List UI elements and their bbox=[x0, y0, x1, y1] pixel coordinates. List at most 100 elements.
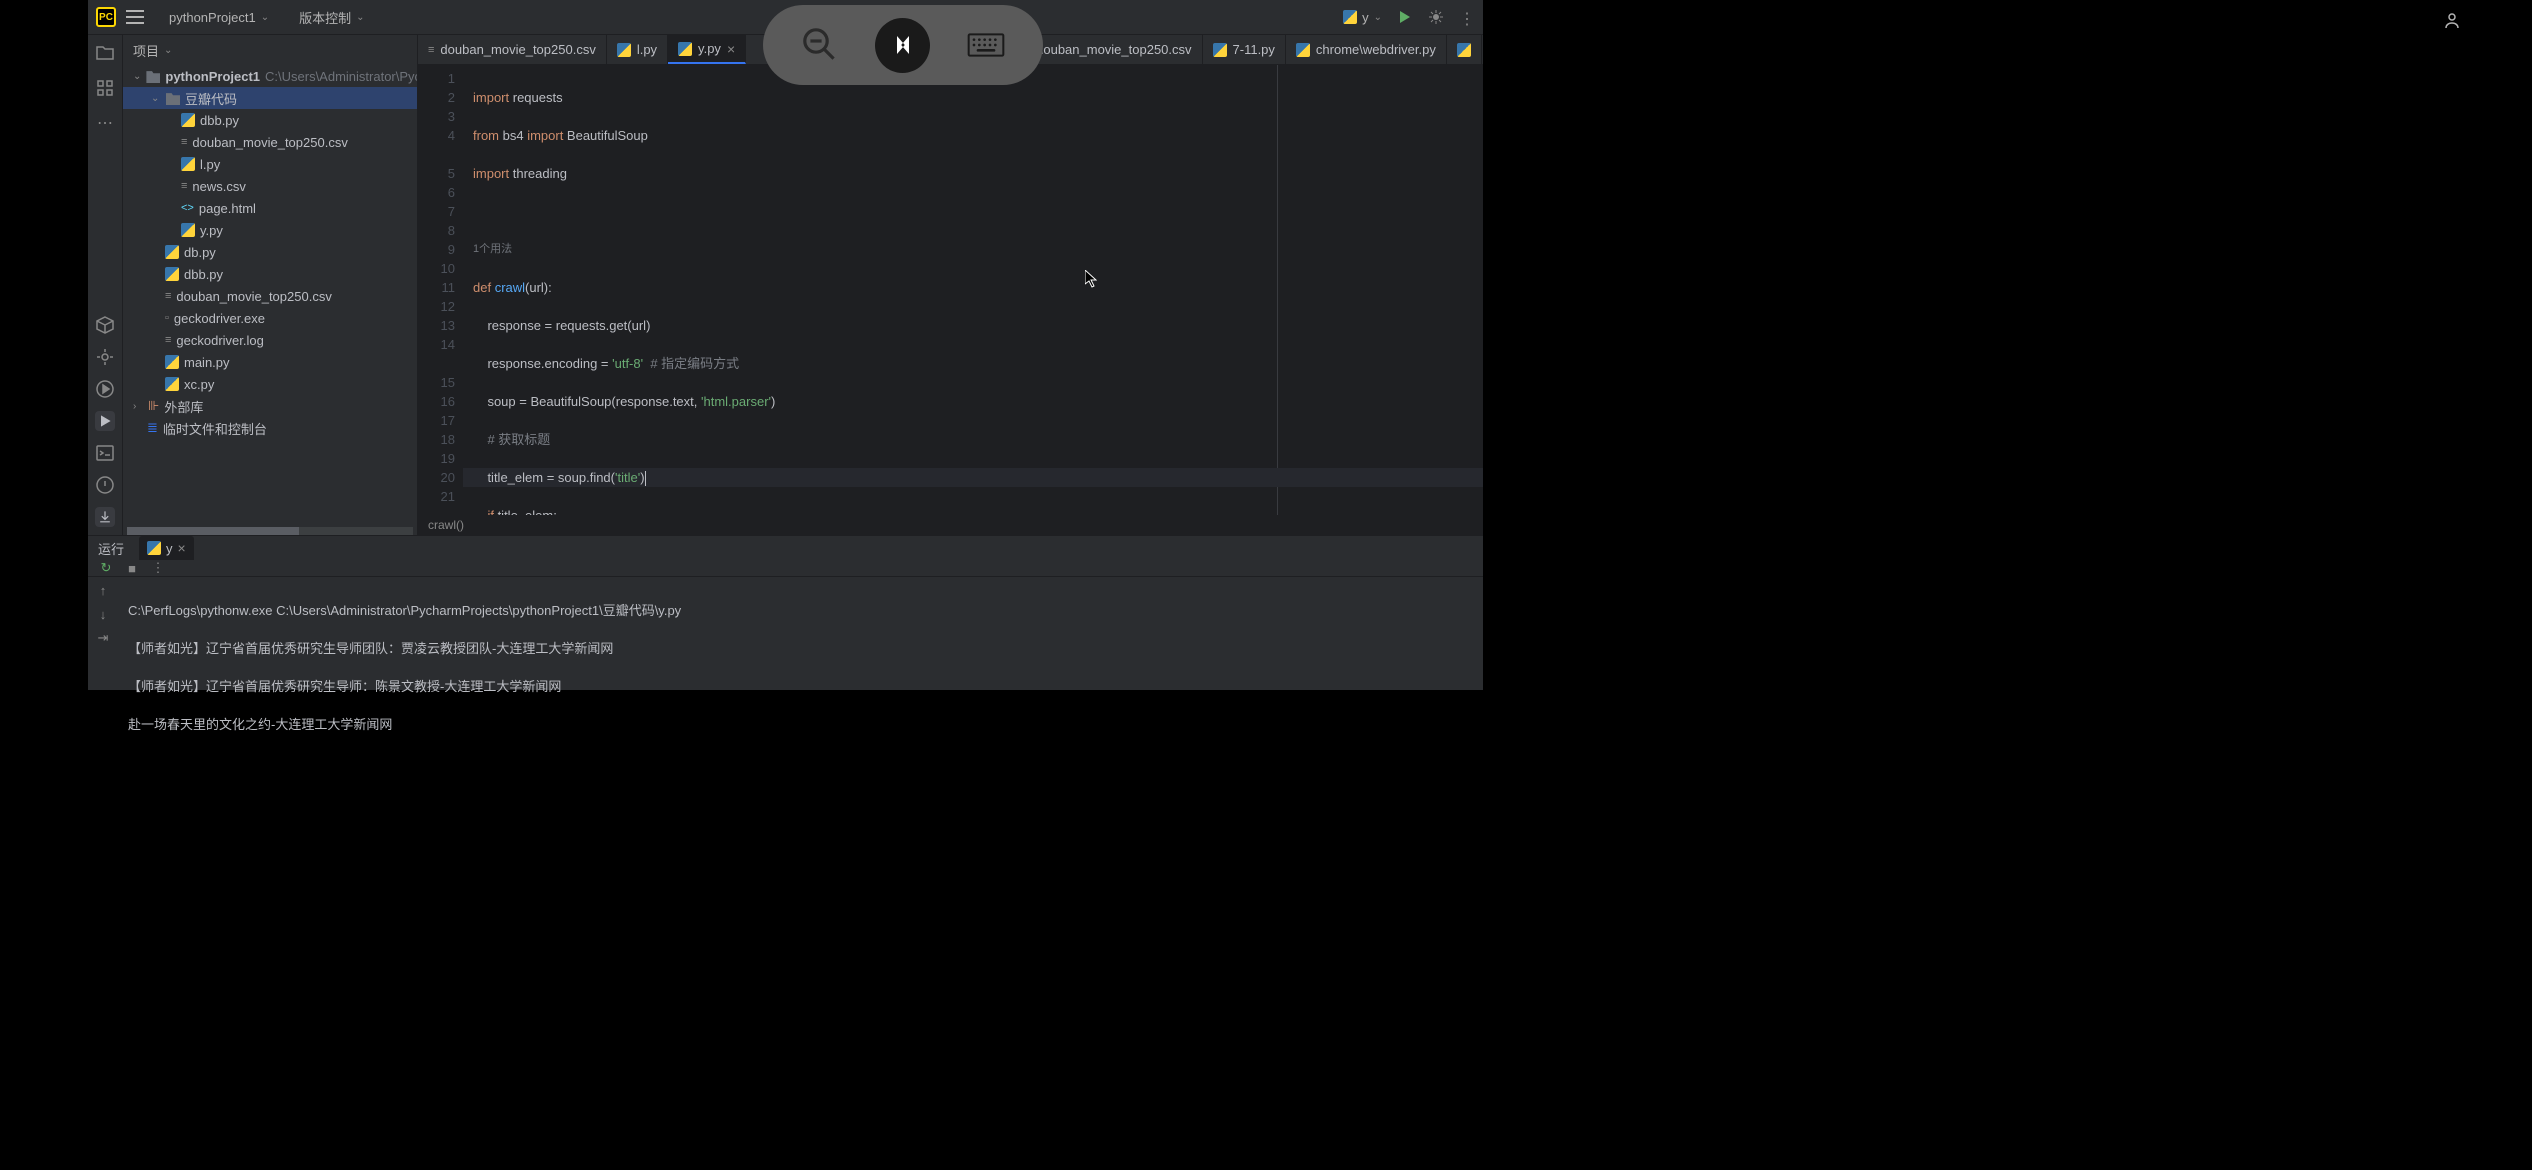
tree-file[interactable]: ≡douban_movie_top250.csv bbox=[123, 285, 417, 307]
python-icon bbox=[165, 355, 179, 369]
tree-folder-douban[interactable]: ⌄ 豆瓣代码 bbox=[123, 87, 417, 109]
run-tab-y[interactable]: y × bbox=[139, 536, 194, 560]
tab-l-py[interactable]: l.py bbox=[607, 35, 668, 64]
python-icon bbox=[147, 541, 161, 555]
project-tree: ⌄ pythonProject1 C:\Users\Administrator\… bbox=[123, 65, 417, 527]
rerun-button[interactable]: ↻ bbox=[98, 560, 114, 576]
structure-tool-icon[interactable] bbox=[95, 78, 115, 98]
run-panel-tabs: 运行 y × bbox=[88, 536, 1483, 560]
chevron-down-icon: ⌄ bbox=[164, 45, 172, 56]
file-label: db.py bbox=[184, 245, 216, 260]
tree-file[interactable]: dbb.py bbox=[123, 109, 417, 131]
tree-file[interactable]: db.py bbox=[123, 241, 417, 263]
tree-file[interactable]: xc.py bbox=[123, 373, 417, 395]
file-label: page.html bbox=[199, 201, 256, 216]
file-label: main.py bbox=[184, 355, 230, 370]
chevron-down-icon: ⌄ bbox=[133, 71, 141, 82]
debug-button[interactable] bbox=[1428, 9, 1444, 25]
tab-label: l.py bbox=[637, 42, 657, 57]
project-tool-icon[interactable] bbox=[95, 43, 115, 63]
remote-connect-button[interactable] bbox=[875, 18, 930, 73]
tree-file[interactable]: l.py bbox=[123, 153, 417, 175]
close-icon[interactable]: × bbox=[178, 540, 186, 556]
code-content[interactable]: import requests from bs4 import Beautifu… bbox=[463, 65, 1483, 515]
file-label: dbb.py bbox=[200, 113, 239, 128]
mouse-cursor-icon bbox=[1085, 270, 1097, 288]
python-icon bbox=[1457, 43, 1471, 57]
tree-root[interactable]: ⌄ pythonProject1 C:\Users\Administrator\… bbox=[123, 65, 417, 87]
tree-scratches[interactable]: ≣临时文件和控制台 bbox=[123, 417, 417, 439]
terminal-tool-icon[interactable] bbox=[95, 443, 115, 463]
tree-file[interactable]: ≡news.csv bbox=[123, 175, 417, 197]
tab-y-py[interactable]: y.py× bbox=[668, 35, 746, 64]
pycharm-logo-icon: PC bbox=[96, 7, 116, 27]
tree-external-libs[interactable]: ›⊪外部库 bbox=[123, 395, 417, 417]
keyboard-button[interactable] bbox=[959, 18, 1014, 73]
zoom-out-button[interactable] bbox=[792, 18, 847, 73]
python-icon bbox=[181, 113, 195, 127]
wrap-button[interactable]: ⇥ bbox=[95, 630, 111, 646]
tree-file[interactable]: ▫ geckodriver.exe bbox=[123, 307, 417, 329]
more-tools-icon[interactable]: ⋯ bbox=[95, 113, 115, 133]
account-button[interactable] bbox=[2442, 10, 2462, 35]
vcs-dropdown[interactable]: 版本控制 ⌄ bbox=[299, 8, 364, 27]
tab-more[interactable] bbox=[1447, 35, 1482, 64]
main-menu-button[interactable] bbox=[126, 10, 144, 24]
console-output[interactable]: C:\PerfLogs\pythonw.exe C:\Users\Adminis… bbox=[118, 577, 1483, 777]
problems-tool-icon[interactable] bbox=[95, 475, 115, 495]
csv-icon: ≡ bbox=[428, 44, 434, 56]
tab-label: chrome\webdriver.py bbox=[1316, 42, 1436, 57]
code-breadcrumb[interactable]: crawl() bbox=[418, 515, 1483, 535]
remote-control-overlay bbox=[763, 5, 1043, 85]
tree-file[interactable]: <>page.html bbox=[123, 197, 417, 219]
file-icon: ▫ bbox=[165, 312, 169, 324]
up-button[interactable]: ↑ bbox=[95, 582, 111, 598]
project-dropdown[interactable]: pythonProject1 ⌄ bbox=[169, 10, 269, 25]
tree-file[interactable]: ≡geckodriver.log bbox=[123, 329, 417, 351]
run-config-selector[interactable]: y ⌄ bbox=[1343, 10, 1382, 25]
stop-button[interactable]: ■ bbox=[124, 560, 140, 576]
project-header-label: 项目 bbox=[133, 41, 159, 60]
project-name-label: pythonProject1 bbox=[169, 10, 256, 25]
line-gutter: 1234 567891011121314 15161718192021 bbox=[418, 65, 463, 515]
tab-douban-csv-2[interactable]: douban_movie_top250.csv bbox=[1026, 35, 1202, 64]
python-packages-icon[interactable] bbox=[95, 315, 115, 335]
project-panel-header[interactable]: 项目 ⌄ bbox=[123, 35, 417, 65]
tree-file[interactable]: main.py bbox=[123, 351, 417, 373]
tab-webdriver-py[interactable]: chrome\webdriver.py bbox=[1286, 35, 1447, 64]
horizontal-scrollbar[interactable] bbox=[127, 527, 413, 535]
chevron-down-icon: ⌄ bbox=[151, 93, 161, 104]
chevron-down-icon: ⌄ bbox=[261, 12, 269, 23]
folder-label: 豆瓣代码 bbox=[185, 89, 237, 108]
tab-7-11-py[interactable]: 7-11.py bbox=[1203, 35, 1286, 64]
more-button[interactable]: ⋮ bbox=[1459, 9, 1475, 25]
usage-hint[interactable]: 1个用法 bbox=[463, 240, 1483, 259]
console-line: 【师者如光】辽宁省首届优秀研究生导师团队：贾凌云教授团队-大连理工大学新闻网 bbox=[128, 639, 1473, 658]
play-tool-icon[interactable] bbox=[95, 411, 115, 431]
code-editor[interactable]: 1234 567891011121314 15161718192021 impo… bbox=[418, 65, 1483, 515]
tree-file[interactable]: y.py bbox=[123, 219, 417, 241]
file-label: geckodriver.log bbox=[176, 333, 263, 348]
run-label: 运行 bbox=[98, 539, 124, 558]
python-icon bbox=[678, 42, 692, 56]
more-button[interactable]: ⋮ bbox=[150, 560, 166, 576]
folder-icon bbox=[166, 91, 180, 105]
python-icon bbox=[165, 267, 179, 281]
csv-icon: ≡ bbox=[181, 180, 187, 192]
run-button[interactable] bbox=[1397, 9, 1413, 25]
tree-file[interactable]: dbb.py bbox=[123, 263, 417, 285]
tab-label: douban_movie_top250.csv bbox=[1036, 42, 1191, 57]
run-toolbar: ↻ ■ ⋮ bbox=[88, 560, 1483, 577]
folder-icon bbox=[146, 69, 160, 83]
services-icon[interactable] bbox=[95, 347, 115, 367]
run-config-label: y bbox=[1362, 10, 1369, 25]
tree-file[interactable]: ≡douban_movie_top250.csv bbox=[123, 131, 417, 153]
tab-douban-csv[interactable]: ≡douban_movie_top250.csv bbox=[418, 35, 607, 64]
download-tool-icon[interactable] bbox=[95, 507, 115, 527]
run-tool-icon[interactable] bbox=[95, 379, 115, 399]
file-label: geckodriver.exe bbox=[174, 311, 265, 326]
file-label: douban_movie_top250.csv bbox=[192, 135, 347, 150]
close-icon[interactable]: × bbox=[727, 41, 735, 57]
down-button[interactable]: ↓ bbox=[95, 606, 111, 622]
console-rail: ↑ ↓ ⇥ bbox=[88, 577, 118, 777]
